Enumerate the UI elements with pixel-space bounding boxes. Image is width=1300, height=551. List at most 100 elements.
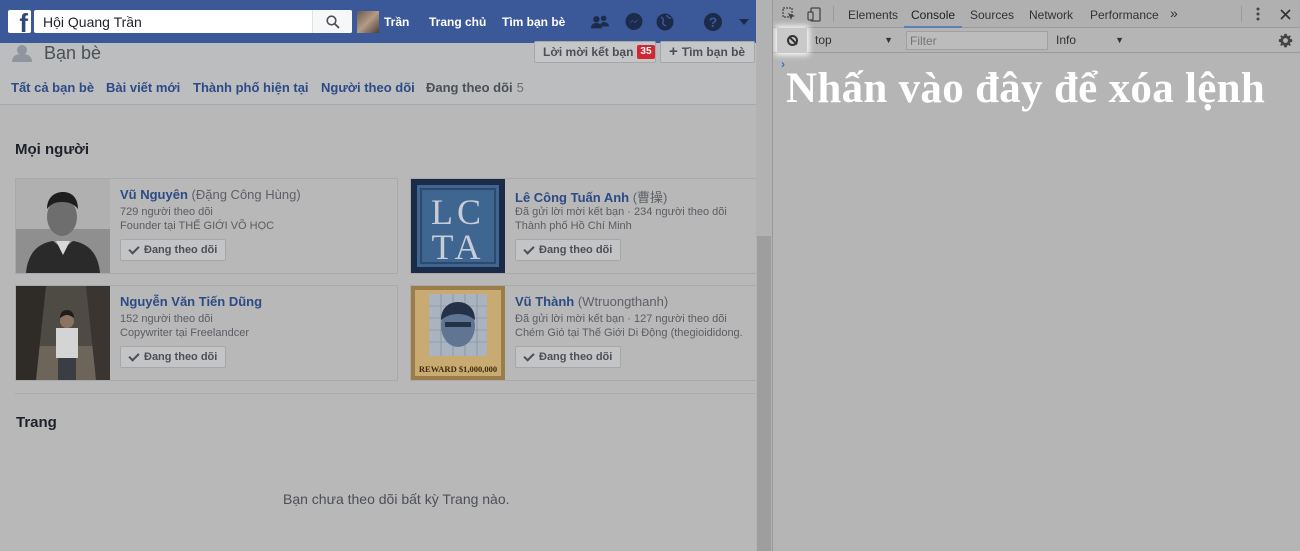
friend-requests-badge: 35	[637, 45, 655, 59]
devtools-pane: Elements Console Sources Network Perform…	[772, 0, 1300, 551]
console-filter-input[interactable]	[906, 31, 1048, 50]
messenger-icon[interactable]	[624, 12, 644, 32]
console-prompt-caret[interactable]: ›	[781, 57, 785, 71]
clear-console-icon	[786, 35, 798, 46]
following-button-label: Đang theo dõi	[539, 244, 613, 256]
person-alt-name: (Đặng Công Hùng)	[191, 187, 301, 202]
following-button-label: Đang theo dõi	[144, 351, 218, 363]
find-friends-button[interactable]: + Tìm bạn bè	[660, 41, 755, 63]
friend-requests-icon[interactable]	[590, 12, 610, 32]
context-dropdown-icon: ▼	[884, 35, 893, 45]
console-settings-gear-icon[interactable]	[1276, 31, 1294, 49]
find-friends-label: Tìm bạn bè	[681, 45, 746, 59]
person-card: REWARD $1,000,000 Vũ Thành (Wtruongthanh…	[410, 285, 756, 381]
nav-find-friends-link[interactable]: Tìm bạn bè	[502, 15, 565, 29]
person-name: Lê Công Tuấn Anh	[515, 190, 630, 205]
person-alt-name: (Wtruongthanh)	[577, 294, 669, 309]
person-work: Copywriter tại Freelandcer	[120, 327, 249, 339]
tab-following-label: Đang theo dõi	[426, 80, 513, 95]
person-follower-count: Đã gửi lời mời kết bạn · 127 người theo …	[515, 313, 727, 325]
person-photo[interactable]	[16, 286, 110, 380]
facebook-top-bar: f Trần Trang chủ Tìm bạn bè ?	[0, 0, 756, 43]
friends-page-icon	[11, 44, 35, 67]
page-title: Bạn bè	[44, 43, 102, 63]
check-icon	[523, 242, 535, 255]
friend-requests-button[interactable]: Lời mời kết bạn 35	[534, 41, 656, 63]
person-name: Vũ Nguyên	[120, 187, 188, 202]
person-name-link[interactable]: Vũ Nguyên (Đặng Công Hùng)	[120, 187, 301, 202]
person-work: Founder tại THẾ GIỚI VÕ HỌC	[120, 220, 275, 232]
facebook-pane: f Trần Trang chủ Tìm bạn bè ?	[0, 0, 772, 551]
log-level-selector[interactable]: Info ▼	[1056, 33, 1124, 47]
kebab-menu-icon[interactable]	[1252, 6, 1264, 22]
search-input[interactable]	[34, 10, 314, 33]
inspect-element-icon[interactable]	[781, 6, 797, 22]
tab-all-friends[interactable]: Tất cả bạn bè	[11, 80, 94, 95]
person-name: Vũ Thành	[515, 294, 575, 309]
tab-followers[interactable]: Người theo dõi	[321, 80, 415, 95]
following-button[interactable]: Đang theo dõi	[515, 346, 622, 368]
search-icon	[325, 14, 340, 29]
facebook-scrollbar-thumb[interactable]	[757, 236, 771, 551]
person-alt-name: (曹操)	[632, 190, 668, 205]
svg-text:?: ?	[709, 14, 718, 30]
following-button-label: Đang theo dõi	[539, 351, 613, 363]
tab-sources[interactable]: Sources	[970, 8, 1014, 22]
check-icon	[128, 349, 140, 362]
nav-profile-link[interactable]: Trần	[384, 15, 409, 29]
devtools-tab-bar: Elements Console Sources Network Perform…	[773, 0, 1300, 28]
following-button[interactable]: Đang theo dõi	[515, 239, 622, 261]
person-name-link[interactable]: Nguyễn Văn Tiến Dũng	[120, 294, 262, 309]
search-box	[34, 10, 352, 33]
photo-letters-bottom: TA	[431, 227, 484, 267]
more-tabs-icon[interactable]: »	[1170, 5, 1178, 21]
following-content: Mọi người Vũ Nguyên (Đặng Công Hùng) 729…	[0, 106, 756, 551]
following-button[interactable]: Đang theo dõi	[120, 346, 227, 368]
tab-network[interactable]: Network	[1029, 8, 1073, 22]
tab-recent-posts[interactable]: Bài viết mới	[106, 80, 180, 95]
tab-current-city[interactable]: Thành phố hiện tại	[193, 80, 309, 95]
person-follower-count: Đã gửi lời mời kết bạn · 234 người theo …	[515, 206, 727, 218]
person-photo[interactable]	[16, 179, 110, 273]
account-menu-chevron-icon[interactable]	[734, 12, 754, 32]
person-card: LC TA Lê Công Tuấn Anh (曹操) Đã gửi lời m…	[410, 178, 756, 274]
person-name-link[interactable]: Vũ Thành (Wtruongthanh)	[515, 294, 668, 309]
people-section-title: Mọi người	[15, 141, 90, 158]
check-icon	[523, 349, 535, 362]
following-button-label: Đang theo dõi	[144, 244, 218, 256]
person-card: Vũ Nguyên (Đặng Công Hùng) 729 người the…	[15, 178, 398, 274]
check-icon	[128, 242, 140, 255]
context-selector[interactable]: top ▼	[815, 33, 893, 47]
clear-console-button[interactable]	[777, 28, 807, 53]
person-photo[interactable]: LC TA	[411, 179, 505, 273]
tab-performance[interactable]: Performance	[1090, 8, 1159, 22]
close-icon[interactable]	[1277, 6, 1293, 22]
nav-home-link[interactable]: Trang chủ	[429, 15, 486, 29]
plus-icon: +	[669, 43, 678, 60]
tab-elements[interactable]: Elements	[848, 8, 898, 22]
device-toolbar-icon[interactable]	[806, 6, 822, 22]
facebook-logo-icon[interactable]: f	[8, 10, 31, 36]
tab-following-count: 5	[516, 80, 524, 95]
level-dropdown-icon: ▼	[1115, 35, 1124, 45]
search-button[interactable]	[312, 10, 352, 33]
toolbar-separator	[1241, 6, 1242, 22]
toolbar-separator	[833, 6, 834, 22]
photo-reward-text: REWARD $1,000,000	[419, 364, 497, 374]
photo-letters-top: LC	[431, 192, 485, 232]
person-follower-count: 729 người theo dõi	[120, 206, 213, 218]
tab-console[interactable]: Console	[911, 8, 955, 22]
person-location: Thành phố Hồ Chí Minh	[515, 220, 632, 232]
following-button[interactable]: Đang theo dõi	[120, 239, 227, 261]
person-work: Chém Gió tại Thế Giới Di Động (thegioidi…	[515, 327, 743, 339]
context-selector-value: top	[815, 33, 832, 47]
tab-following[interactable]: Đang theo dõi 5	[426, 80, 524, 95]
section-divider	[15, 393, 755, 394]
instruction-annotation: Nhấn vào đây để xóa lệnh	[786, 65, 1266, 112]
person-name-link[interactable]: Lê Công Tuấn Anh (曹操)	[515, 187, 667, 206]
profile-avatar[interactable]	[357, 11, 379, 33]
pages-section-title: Trang	[16, 414, 57, 431]
help-icon[interactable]: ?	[703, 12, 723, 32]
notifications-globe-icon[interactable]	[655, 12, 675, 32]
person-photo[interactable]: REWARD $1,000,000	[411, 286, 505, 380]
